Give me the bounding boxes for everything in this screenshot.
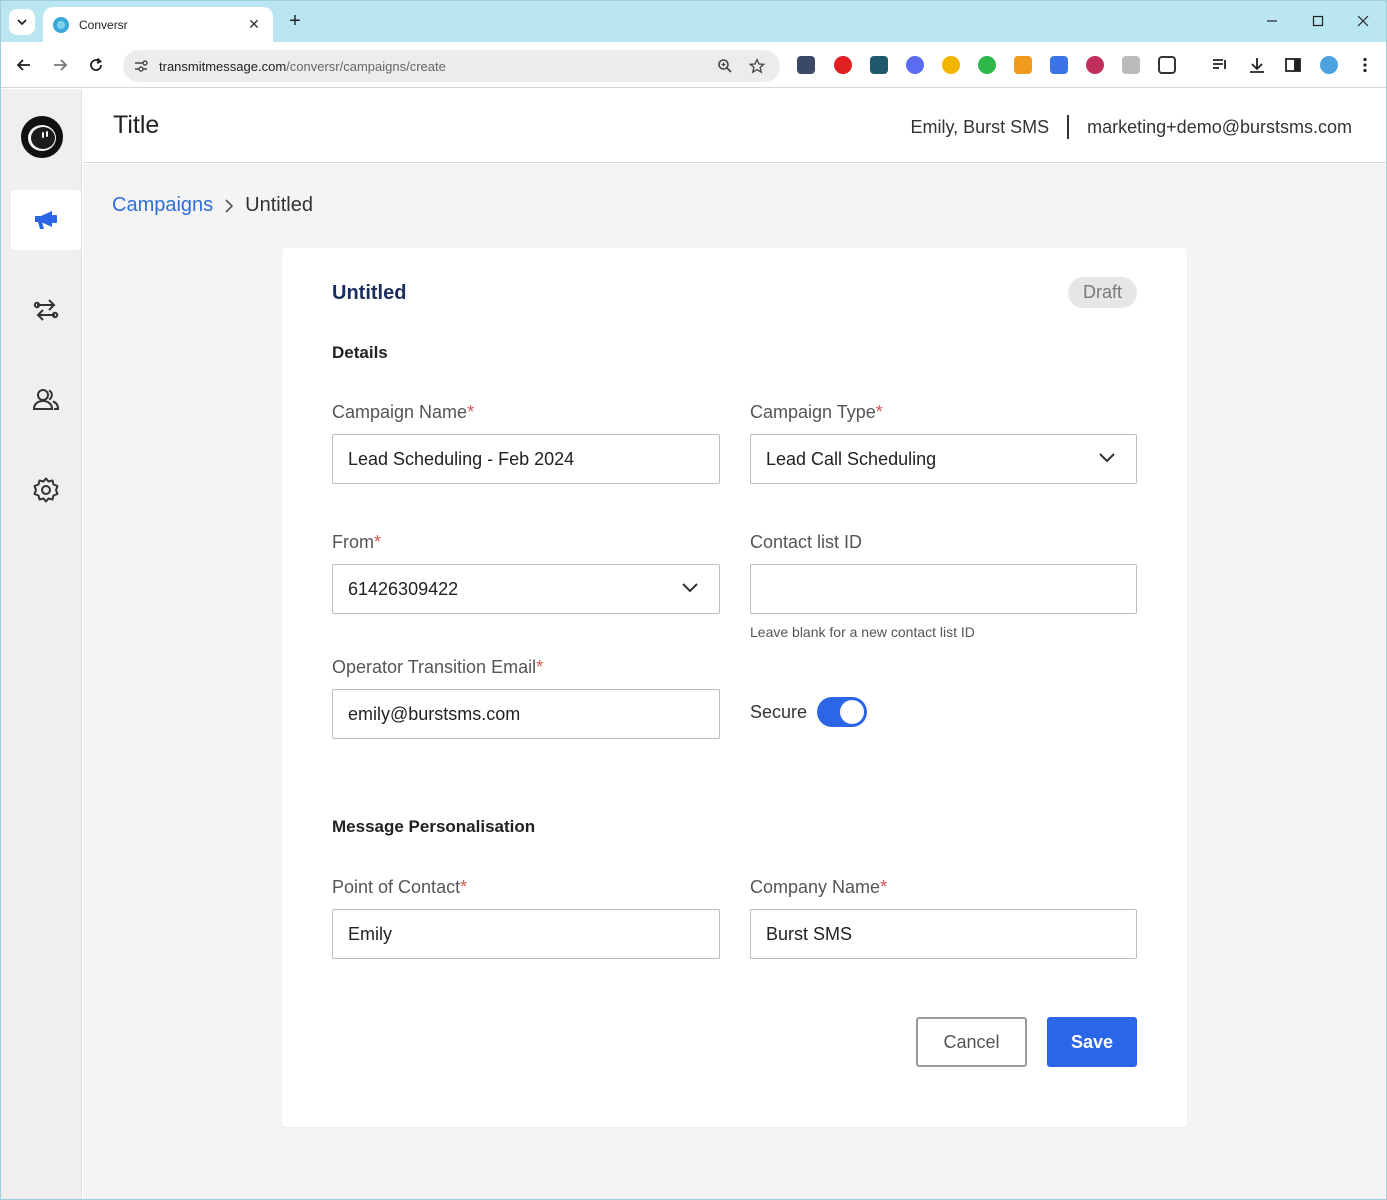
company-name-label: Company Name* [750,877,888,897]
chevron-down-icon [1099,453,1115,463]
contact-list-id-hint: Leave blank for a new contact list ID [750,624,975,640]
operator-email-field: Operator Transition Email* emily@burstsm… [332,657,720,739]
gear-icon [33,477,59,503]
point-of-contact-label: Point of Contact* [332,877,468,897]
from-label: From* [332,532,382,552]
extension-snowflake-icon[interactable] [906,56,924,74]
extension-camera-icon[interactable] [1122,56,1140,74]
contact-list-id-label: Contact list ID [750,532,863,552]
secure-toggle-row: Secure [750,697,868,727]
campaign-form-card: Untitled Draft Details Campaign Name* Le… [282,248,1187,1127]
browser-window: Conversr ✕ + transmitmessage.com/convers… [0,0,1387,1200]
sidebar-item-settings[interactable] [11,460,81,520]
campaign-type-label: Campaign Type* [750,402,883,422]
contact-list-id-field: Contact list ID Leave blank for a new co… [750,532,1137,640]
sidebar-item-contacts[interactable] [11,370,81,430]
status-badge: Draft [1067,277,1137,308]
extension-record-icon[interactable] [1086,56,1104,74]
tab-title: Conversr [79,17,128,32]
url-host: transmitmessage.com [159,58,287,74]
url-path: /conversr/campaigns/create [286,58,446,74]
sidebar-item-campaigns[interactable] [11,190,81,250]
extensions-puzzle-icon[interactable] [1158,56,1176,74]
save-button[interactable]: Save [1047,1017,1137,1067]
cancel-button[interactable]: Cancel [916,1017,1027,1067]
breadcrumb-current: Untitled [245,194,313,216]
new-tab-button[interactable]: + [285,10,305,32]
user-name: Emily, Burst SMS [910,116,1050,137]
megaphone-icon [35,211,57,229]
download-icon[interactable] [1248,56,1266,74]
secure-label: Secure [750,701,808,722]
app-header: Title Emily, Burst SMS marketing+demo@bu… [83,89,1386,163]
maximize-icon[interactable] [1306,9,1330,33]
forward-arrow-icon[interactable] [49,54,71,76]
point-of-contact-field: Point of Contact* Emily [332,877,720,959]
secure-toggle[interactable] [817,697,868,727]
from-select[interactable]: 61426309422 [332,564,720,614]
browser-tab[interactable]: Conversr ✕ [43,7,273,42]
campaign-type-select[interactable]: Lead Call Scheduling [750,434,1137,484]
chevron-down-icon [682,583,698,593]
transfer-arrows-icon [33,299,59,321]
page-title: Title [113,111,160,139]
campaign-type-value: Lead Call Scheduling [766,448,937,469]
zoom-icon[interactable] [717,58,733,74]
site-settings-icon[interactable] [133,58,149,74]
extension-arrow-icon[interactable] [1050,56,1068,74]
minimize-icon[interactable] [1260,9,1284,33]
bookmark-star-icon[interactable] [749,58,765,74]
extension-color-icon[interactable] [942,56,960,74]
divider [1067,115,1070,139]
company-name-input[interactable]: Burst SMS [750,909,1137,959]
extension-grid-icon[interactable] [1014,56,1032,74]
from-field: From* 61426309422 [332,532,720,614]
toggle-knob [840,700,865,724]
back-arrow-icon[interactable] [13,54,35,76]
app-sidebar [1,89,82,1199]
campaign-name-field: Campaign Name* Lead Scheduling - Feb 202… [332,402,720,484]
from-value: 61426309422 [348,578,459,599]
address-bar[interactable]: transmitmessage.com/conversr/campaigns/c… [123,50,780,82]
user-info: Emily, Burst SMS marketing+demo@burstsms… [910,115,1352,139]
campaign-name-label: Campaign Name* [332,402,475,422]
personalisation-heading: Message Personalisation [332,817,536,836]
extension-h-icon[interactable] [870,56,888,74]
side-panel-icon[interactable] [1284,56,1302,74]
sidebar-item-flows[interactable] [11,280,81,340]
tab-search-button[interactable] [9,9,35,35]
company-name-field: Company Name* Burst SMS [750,877,1137,959]
window-close-icon[interactable] [1351,9,1375,33]
campaign-type-field: Campaign Type* Lead Call Scheduling [750,402,1137,484]
extension-adblock-icon[interactable] [834,56,852,74]
breadcrumb-link-campaigns[interactable]: Campaigns [112,194,213,217]
main-content: Campaigns Untitled Untitled Draft Detail… [83,164,1386,1199]
tab-bar: Conversr ✕ + [1,1,1386,42]
close-icon[interactable]: ✕ [245,16,263,33]
conversr-logo-icon[interactable] [21,116,63,158]
chevron-down-icon [17,19,27,26]
browser-menu-icon[interactable] [1356,56,1374,74]
campaign-name-input[interactable]: Lead Scheduling - Feb 2024 [332,434,720,484]
reload-icon[interactable] [85,54,107,76]
user-email: marketing+demo@burstsms.com [1087,116,1352,137]
conversr-favicon-icon [53,16,69,33]
browser-toolbar: transmitmessage.com/conversr/campaigns/c… [1,42,1386,88]
media-queue-icon[interactable] [1211,56,1229,74]
details-heading: Details [332,343,388,362]
users-icon [32,389,60,410]
contact-list-id-input[interactable] [750,564,1137,614]
breadcrumb: Campaigns Untitled [112,194,313,217]
point-of-contact-input[interactable]: Emily [332,909,720,959]
campaign-title: Untitled [332,282,407,304]
profile-avatar-icon[interactable] [1320,56,1338,74]
operator-email-label: Operator Transition Email* [332,657,544,677]
extension-dots-icon[interactable] [797,56,815,74]
extension-palette-icon[interactable] [978,56,996,74]
chevron-right-icon [223,198,235,214]
operator-email-input[interactable]: emily@burstsms.com [332,689,720,739]
